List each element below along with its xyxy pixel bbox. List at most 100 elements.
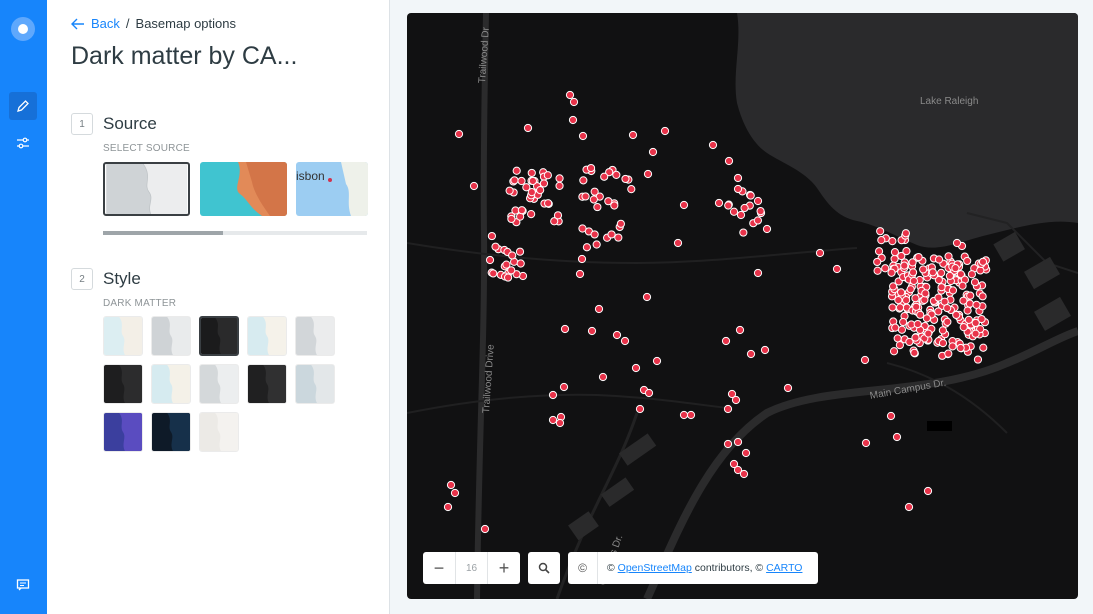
- data-point[interactable]: [614, 233, 623, 242]
- data-point[interactable]: [491, 242, 500, 251]
- data-point[interactable]: [590, 187, 599, 196]
- data-point[interactable]: [733, 437, 743, 447]
- data-point[interactable]: [934, 293, 943, 302]
- data-point[interactable]: [515, 247, 525, 256]
- data-point[interactable]: [902, 246, 911, 256]
- carto-logo-icon[interactable]: [11, 17, 35, 41]
- data-point[interactable]: [628, 130, 638, 140]
- data-point[interactable]: [746, 349, 756, 359]
- data-point[interactable]: [964, 315, 973, 324]
- data-point[interactable]: [908, 268, 918, 277]
- data-point[interactable]: [568, 115, 578, 125]
- zoom-out-button[interactable]: −: [423, 552, 455, 584]
- data-point[interactable]: [892, 432, 902, 442]
- sliders-icon[interactable]: [9, 129, 37, 157]
- data-point[interactable]: [516, 259, 525, 268]
- data-point[interactable]: [559, 382, 569, 392]
- data-point[interactable]: [536, 185, 545, 195]
- data-point[interactable]: [900, 261, 909, 270]
- data-point[interactable]: [723, 404, 733, 414]
- data-point[interactable]: [923, 486, 933, 496]
- data-point[interactable]: [631, 363, 641, 373]
- data-point[interactable]: [586, 163, 596, 173]
- data-point[interactable]: [971, 318, 980, 328]
- style-swatch[interactable]: [295, 316, 335, 356]
- data-point[interactable]: [592, 240, 601, 249]
- data-point[interactable]: [575, 269, 585, 279]
- data-point[interactable]: [517, 176, 526, 186]
- data-point[interactable]: [815, 248, 825, 258]
- style-swatch[interactable]: [103, 364, 143, 404]
- data-point[interactable]: [944, 252, 953, 261]
- data-point[interactable]: [873, 266, 882, 275]
- data-point[interactable]: [963, 306, 972, 315]
- data-point[interactable]: [753, 268, 763, 278]
- data-point[interactable]: [948, 342, 957, 351]
- data-point[interactable]: [952, 310, 961, 320]
- source-option-watercolor[interactable]: [200, 162, 287, 216]
- data-point[interactable]: [644, 388, 654, 398]
- data-point[interactable]: [976, 266, 985, 275]
- data-point[interactable]: [972, 300, 981, 309]
- data-point[interactable]: [612, 170, 621, 180]
- data-point[interactable]: [527, 188, 536, 197]
- data-point[interactable]: [635, 404, 645, 414]
- data-point[interactable]: [890, 254, 899, 264]
- data-point[interactable]: [446, 480, 456, 490]
- data-point[interactable]: [505, 186, 514, 195]
- data-point[interactable]: [721, 336, 731, 346]
- data-point[interactable]: [783, 383, 793, 393]
- data-point[interactable]: [708, 140, 718, 150]
- data-point[interactable]: [741, 448, 751, 458]
- data-point[interactable]: [607, 230, 616, 239]
- data-point[interactable]: [956, 343, 965, 353]
- data-point[interactable]: [578, 131, 588, 141]
- data-point[interactable]: [919, 265, 928, 274]
- data-point[interactable]: [724, 201, 733, 210]
- chat-icon[interactable]: [9, 571, 37, 599]
- data-point[interactable]: [914, 252, 923, 262]
- data-point[interactable]: [517, 206, 526, 215]
- data-point[interactable]: [937, 283, 946, 292]
- data-point[interactable]: [577, 254, 587, 264]
- carto-link[interactable]: CARTO: [766, 562, 802, 574]
- data-point[interactable]: [507, 266, 516, 275]
- data-point[interactable]: [966, 291, 975, 300]
- data-point[interactable]: [967, 270, 976, 279]
- data-point[interactable]: [740, 203, 749, 213]
- data-point[interactable]: [979, 343, 988, 352]
- data-point[interactable]: [543, 171, 552, 180]
- zoom-in-button[interactable]: +: [488, 552, 520, 584]
- data-point[interactable]: [904, 502, 914, 512]
- data-point[interactable]: [652, 356, 662, 366]
- data-point[interactable]: [910, 348, 919, 357]
- data-point[interactable]: [735, 325, 745, 335]
- data-point[interactable]: [944, 349, 953, 358]
- data-point[interactable]: [527, 210, 536, 219]
- data-point[interactable]: [528, 176, 537, 186]
- data-point[interactable]: [527, 168, 536, 178]
- data-point[interactable]: [642, 292, 652, 302]
- data-point[interactable]: [686, 410, 696, 420]
- source-option-carto[interactable]: [103, 162, 190, 216]
- data-point[interactable]: [643, 169, 653, 179]
- data-point[interactable]: [733, 173, 743, 183]
- data-point[interactable]: [951, 264, 960, 273]
- data-point[interactable]: [443, 502, 453, 512]
- data-point[interactable]: [921, 289, 930, 298]
- data-point[interactable]: [948, 286, 958, 295]
- data-point[interactable]: [934, 307, 943, 316]
- data-point[interactable]: [922, 314, 931, 323]
- data-point[interactable]: [620, 336, 630, 346]
- data-point[interactable]: [485, 255, 495, 265]
- data-point[interactable]: [978, 292, 987, 301]
- style-swatch[interactable]: [103, 412, 143, 452]
- data-point[interactable]: [978, 257, 988, 266]
- style-swatch[interactable]: [295, 364, 335, 404]
- data-point[interactable]: [887, 268, 896, 277]
- data-point[interactable]: [589, 195, 598, 204]
- data-point[interactable]: [616, 219, 625, 228]
- data-point[interactable]: [565, 90, 575, 100]
- data-point[interactable]: [555, 418, 565, 428]
- data-point[interactable]: [590, 230, 599, 239]
